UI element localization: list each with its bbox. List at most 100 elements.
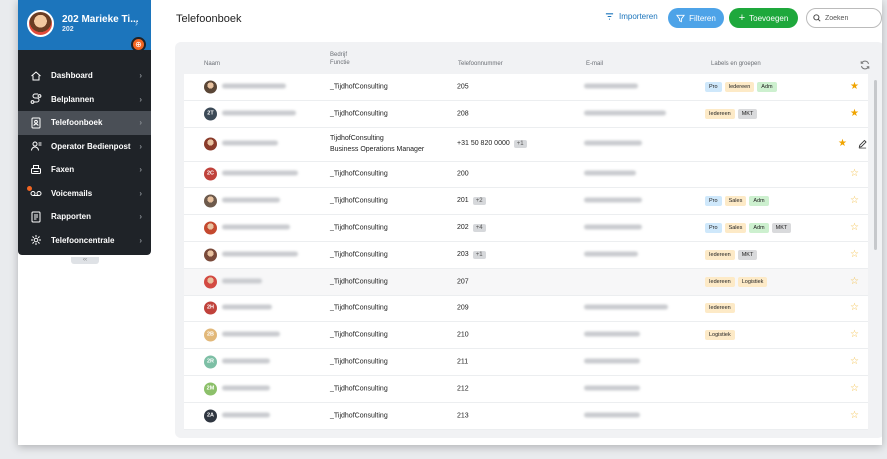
email-blurred[interactable] — [584, 385, 640, 392]
sidebar-item-dashboard[interactable]: Dashboard › — [18, 64, 151, 88]
email-blurred[interactable] — [584, 170, 636, 178]
email-blurred[interactable] — [584, 197, 642, 205]
contact-name-blurred[interactable] — [222, 385, 270, 392]
tag-mkt[interactable]: MKT — [737, 108, 758, 119]
extra-numbers-badge[interactable]: +4 — [472, 224, 486, 233]
star-icon[interactable]: ☆ — [850, 330, 859, 340]
email-blurred[interactable] — [584, 140, 642, 148]
star-icon[interactable]: ☆ — [850, 383, 859, 394]
star-icon[interactable]: ☆ — [850, 303, 859, 313]
table-row[interactable]: _TijdhofConsulting 205 Pro Iedereen Adm ★ — [184, 74, 868, 101]
email-blurred[interactable] — [584, 304, 668, 312]
phone-cell[interactable]: 208 — [457, 110, 469, 117]
extra-numbers-badge[interactable]: +2 — [472, 197, 486, 206]
tag-iedereen[interactable]: Iedereen — [705, 276, 735, 287]
tag-mkt[interactable]: MKT — [737, 249, 758, 260]
table-row[interactable]: TijdhofConsulting Business Operations Man… — [184, 127, 868, 162]
tag-iedereen[interactable]: Iedereen — [705, 108, 735, 119]
status-globe-icon[interactable]: ⊕ — [131, 37, 146, 52]
table-row[interactable]: 2H _TijdhofConsulting 209 Iedereen ☆ — [184, 295, 868, 323]
edit-icon[interactable] — [858, 139, 867, 149]
phone-cell[interactable]: +31 50 820 0000 +1 — [457, 140, 527, 149]
phone-cell[interactable]: 201 +2 — [457, 197, 486, 206]
sidebar-item-operator-bedienpost[interactable]: Operator Bedienpost › — [18, 135, 151, 159]
contact-name-blurred[interactable] — [222, 170, 298, 178]
sidebar-item-rapporten[interactable]: Rapporten › — [18, 205, 151, 229]
contact-name-blurred[interactable] — [222, 83, 286, 90]
phone-cell[interactable]: 213 — [457, 412, 469, 419]
contact-name-blurred[interactable] — [222, 278, 262, 285]
column-name[interactable]: Naam — [204, 61, 220, 69]
table-scrollbar[interactable] — [874, 80, 877, 250]
email-blurred[interactable] — [584, 83, 638, 90]
star-icon[interactable]: ☆ — [850, 169, 859, 179]
star-icon[interactable]: ★ — [838, 139, 847, 149]
email-blurred[interactable] — [584, 358, 640, 366]
phone-cell[interactable]: 210 — [457, 332, 469, 339]
table-row[interactable]: 2A _TijdhofConsulting 213 ☆ — [184, 402, 868, 430]
tag-pro[interactable]: Pro — [705, 196, 722, 207]
star-icon[interactable]: ★ — [850, 81, 859, 92]
phone-cell[interactable]: 202 +4 — [457, 224, 486, 233]
table-row[interactable]: 2B _TijdhofConsulting 210 Logistiek ☆ — [184, 322, 868, 350]
table-row[interactable]: _TijdhofConsulting 203 +1 Iedereen MKT ☆ — [184, 241, 868, 269]
profile-card[interactable]: 202 Marieke Ti... 202 › ⊕ — [18, 0, 151, 52]
tag-sales[interactable]: Sales — [724, 196, 747, 207]
table-row[interactable]: 2C _TijdhofConsulting 200 ☆ — [184, 161, 868, 189]
phone-cell[interactable]: 207 — [457, 278, 469, 285]
sidebar-item-belplannen[interactable]: Belplannen › — [18, 88, 151, 112]
email-blurred[interactable] — [584, 331, 640, 339]
contact-name-blurred[interactable] — [222, 412, 270, 419]
tag-adm[interactable]: Adm — [749, 223, 769, 234]
email-blurred[interactable] — [584, 110, 666, 117]
star-icon[interactable]: ☆ — [850, 249, 859, 260]
column-phone[interactable]: Telefoonnummer — [458, 61, 503, 69]
tag-logistiek[interactable]: Logistiek — [705, 330, 735, 341]
filter-button[interactable]: Filteren — [668, 8, 724, 28]
email-blurred[interactable] — [584, 224, 642, 232]
contact-name-blurred[interactable] — [222, 251, 298, 258]
tag-iedereen[interactable]: Iedereen — [705, 249, 735, 260]
table-row[interactable]: _TijdhofConsulting 207 Iedereen Logistiek ☆ — [184, 268, 868, 296]
sidebar-item-telefoonboek[interactable]: Telefoonboek › — [18, 111, 151, 135]
tag-iedereen[interactable]: Iedereen — [705, 303, 735, 314]
star-icon[interactable]: ★ — [850, 108, 859, 119]
tag-logistiek[interactable]: Logistiek — [737, 276, 768, 287]
phone-cell[interactable]: 205 — [457, 83, 469, 90]
star-icon[interactable]: ☆ — [850, 276, 859, 287]
extra-numbers-badge[interactable]: +1 — [472, 250, 486, 259]
add-button[interactable]: + Toevoegen — [729, 8, 798, 28]
email-blurred[interactable] — [584, 251, 638, 258]
phone-cell[interactable]: 200 — [457, 171, 469, 178]
table-row[interactable]: _TijdhofConsulting 202 +4 Pro Sales Adm MKT ☆ — [184, 215, 868, 242]
phone-cell[interactable]: 209 — [457, 305, 469, 312]
contact-name-blurred[interactable] — [222, 197, 280, 205]
contact-name-blurred[interactable] — [222, 331, 280, 339]
table-row[interactable]: 2T _TijdhofConsulting 208 Iedereen MKT ★ — [184, 100, 868, 128]
import-button[interactable]: Importeren — [605, 12, 658, 21]
extra-numbers-badge[interactable]: +1 — [513, 140, 527, 149]
table-row[interactable]: _TijdhofConsulting 201 +2 Pro Sales Adm ☆ — [184, 188, 868, 216]
table-row[interactable]: 2M _TijdhofConsulting 212 ☆ — [184, 375, 868, 403]
contact-name-blurred[interactable] — [222, 140, 278, 148]
star-icon[interactable]: ☆ — [850, 357, 859, 367]
tag-pro[interactable]: Pro — [705, 81, 722, 92]
tag-sales[interactable]: Sales — [724, 223, 747, 234]
refresh-icon[interactable] — [860, 60, 870, 70]
star-icon[interactable]: ☆ — [850, 410, 859, 421]
column-company[interactable]: Bedrijf — [330, 52, 347, 60]
phone-cell[interactable]: 203 +1 — [457, 250, 486, 259]
table-row[interactable]: 2R _TijdhofConsulting 211 ☆ — [184, 349, 868, 376]
column-function[interactable]: Functie — [330, 60, 350, 68]
search-input[interactable] — [825, 14, 875, 22]
tag-adm[interactable]: Adm — [757, 81, 777, 92]
contact-name-blurred[interactable] — [222, 358, 270, 366]
contact-name-blurred[interactable] — [222, 224, 290, 232]
tag-iedereen[interactable]: Iedereen — [724, 81, 755, 92]
sidebar-item-voicemails[interactable]: Voicemails › — [18, 182, 151, 206]
search-box[interactable] — [806, 8, 882, 28]
column-email[interactable]: E-mail — [586, 61, 603, 69]
sidebar-item-faxen[interactable]: Faxen › — [18, 158, 151, 182]
sidebar-collapse-button[interactable]: ‹‹ — [71, 257, 99, 264]
email-blurred[interactable] — [584, 412, 640, 419]
